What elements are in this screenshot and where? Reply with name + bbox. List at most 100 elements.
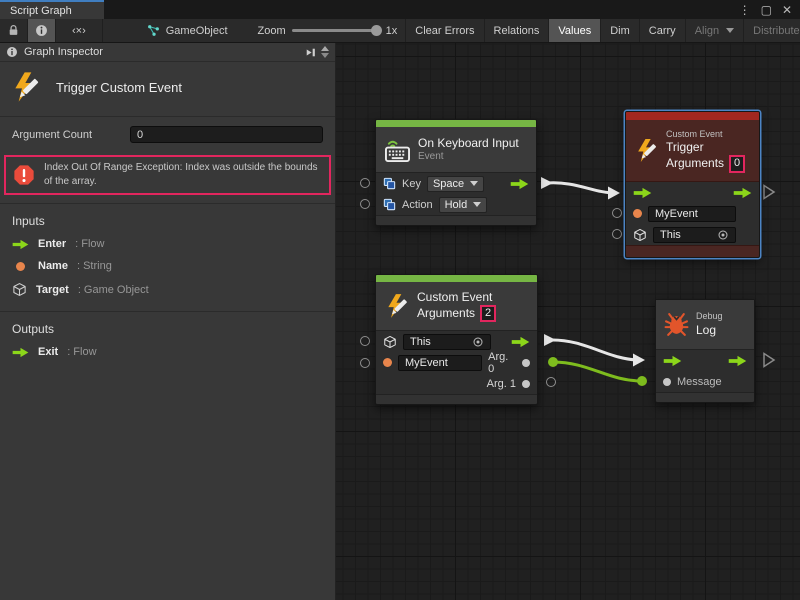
node-footer: [376, 215, 536, 225]
node-on-keyboard-input[interactable]: On Keyboard Input Event Key Space Action: [375, 119, 537, 226]
values-button[interactable]: Values: [549, 19, 601, 42]
flow-out-port[interactable]: [733, 187, 752, 199]
gameobject-graph-icon: [147, 24, 160, 37]
string-port-icon: [16, 262, 25, 271]
node-trigger-custom-event[interactable]: Custom Event Trigger Arguments 0: [625, 111, 760, 258]
gameobject-label: GameObject: [166, 25, 228, 37]
zoom-control: Zoom 1x: [250, 19, 406, 42]
carry-button[interactable]: Carry: [640, 19, 686, 42]
panel-title: Graph Inspector: [24, 46, 103, 58]
event-name-field[interactable]: MyEvent: [398, 355, 482, 371]
clear-errors-button[interactable]: Clear Errors: [405, 19, 484, 42]
flow-stub-trigger-exit[interactable]: [764, 186, 774, 199]
maximize-icon[interactable]: ▢: [761, 4, 772, 16]
node-footer: [626, 245, 759, 257]
dock-panel-icon[interactable]: [304, 46, 317, 59]
arguments-count-badge[interactable]: 2: [480, 305, 496, 323]
custom-event-icon: [384, 293, 410, 319]
graph-canvas[interactable]: On Keyboard Input Event Key Space Action: [336, 43, 800, 600]
port-trigger-target[interactable]: [612, 229, 622, 239]
object-picker-icon[interactable]: [472, 336, 484, 348]
distribute-button[interactable]: Distribute: [744, 19, 800, 42]
relations-button[interactable]: Relations: [485, 19, 550, 42]
port-customevent-arg1[interactable]: [546, 377, 556, 387]
wire-keyboard-to-trigger[interactable]: [541, 177, 620, 200]
gameobject-cube-icon: [12, 282, 27, 297]
port-keyboard-action[interactable]: [360, 199, 370, 209]
dim-button[interactable]: Dim: [601, 19, 640, 42]
io-row-enter: Enter : Flow: [12, 238, 323, 250]
argument-count-input[interactable]: [130, 126, 323, 143]
action-dropdown[interactable]: Hold: [439, 197, 488, 213]
event-colorbar: [376, 275, 537, 282]
inputs-header: Inputs: [12, 214, 323, 228]
flow-in-port[interactable]: [663, 355, 682, 367]
node-header: On Keyboard Input Event: [376, 127, 536, 173]
string-port[interactable]: [633, 209, 642, 218]
flow-out-port[interactable]: [728, 355, 747, 367]
port-customevent-name[interactable]: [360, 358, 370, 368]
string-port[interactable]: [383, 358, 392, 367]
node-debug-log[interactable]: Debug Log Message: [655, 299, 755, 403]
script-graph-window: Script Graph ⋮ ▢ ✕ ‹×› GameObject Zoom: [0, 0, 800, 600]
key-row: Key Space: [376, 173, 536, 194]
flow-out-port[interactable]: [510, 178, 529, 190]
object-picker-icon[interactable]: [717, 229, 729, 241]
unit-title-block: Trigger Custom Event: [0, 62, 335, 116]
flow-arrow-icon: [12, 347, 29, 358]
flow-stub-debug-exit[interactable]: [764, 354, 774, 367]
zoom-slider-thumb[interactable]: [371, 25, 382, 36]
arguments-count-badge[interactable]: 0: [729, 155, 745, 173]
panel-spinner[interactable]: [321, 46, 329, 58]
graph-owner[interactable]: GameObject: [139, 19, 236, 42]
custom-event-icon: [10, 71, 42, 103]
zoom-slider[interactable]: [292, 29, 380, 32]
target-row: This: [626, 224, 759, 245]
tab-bar-spacer: [104, 0, 731, 19]
arg1-port[interactable]: [522, 380, 530, 388]
gameobject-cube-icon[interactable]: [383, 335, 397, 349]
port-customevent-target[interactable]: [360, 336, 370, 346]
info-icon: [6, 46, 18, 58]
outputs-header: Outputs: [12, 322, 323, 336]
message-port[interactable]: [663, 378, 671, 386]
lock-icon: [7, 24, 20, 37]
key-dropdown[interactable]: Space: [427, 176, 484, 192]
outputs-section: Outputs Exit : Flow: [0, 312, 335, 372]
flow-arrow-icon: [12, 239, 29, 250]
flow-in-port[interactable]: [633, 187, 652, 199]
arg0-port[interactable]: [522, 359, 530, 367]
port-trigger-name[interactable]: [612, 208, 622, 218]
close-icon[interactable]: ✕: [782, 4, 792, 16]
event-name-field[interactable]: MyEvent: [648, 206, 736, 222]
flow-out-port[interactable]: [511, 336, 530, 348]
port-keyboard-key[interactable]: [360, 178, 370, 188]
info-icon: [35, 24, 48, 37]
spinner-up-icon[interactable]: [321, 46, 329, 51]
gameobject-cube-icon[interactable]: [633, 228, 647, 242]
target-field[interactable]: This: [403, 334, 491, 350]
argument-count-row: Argument Count: [0, 117, 335, 153]
node-custom-event[interactable]: Custom Event Arguments 2 This: [375, 274, 538, 405]
info-toggle-button[interactable]: [28, 19, 56, 42]
io-row-name: Name : String: [12, 260, 323, 272]
spinner-down-icon[interactable]: [321, 53, 329, 58]
wire-arg0-to-message[interactable]: [548, 357, 647, 386]
name-row: MyEvent Arg. 0: [376, 352, 537, 373]
enum-icon: [383, 198, 396, 211]
chevron-down-icon: [473, 202, 481, 207]
arg1-row: Arg. 1: [376, 373, 537, 394]
menu-icon[interactable]: ⋮: [739, 4, 751, 16]
tab-bar: Script Graph ⋮ ▢ ✕: [0, 0, 800, 19]
code-preview-button[interactable]: ‹×›: [56, 19, 103, 42]
keyboard-icon: [384, 137, 411, 162]
bug-icon: [664, 312, 689, 337]
custom-event-icon: [634, 138, 659, 163]
panel-empty-space: [0, 372, 335, 600]
lock-button[interactable]: [0, 19, 28, 42]
window-controls: ⋮ ▢ ✕: [731, 0, 800, 19]
target-field[interactable]: This: [653, 227, 736, 243]
tab-script-graph[interactable]: Script Graph: [0, 0, 104, 19]
node-footer: [376, 394, 537, 404]
align-button[interactable]: Align: [686, 19, 744, 42]
